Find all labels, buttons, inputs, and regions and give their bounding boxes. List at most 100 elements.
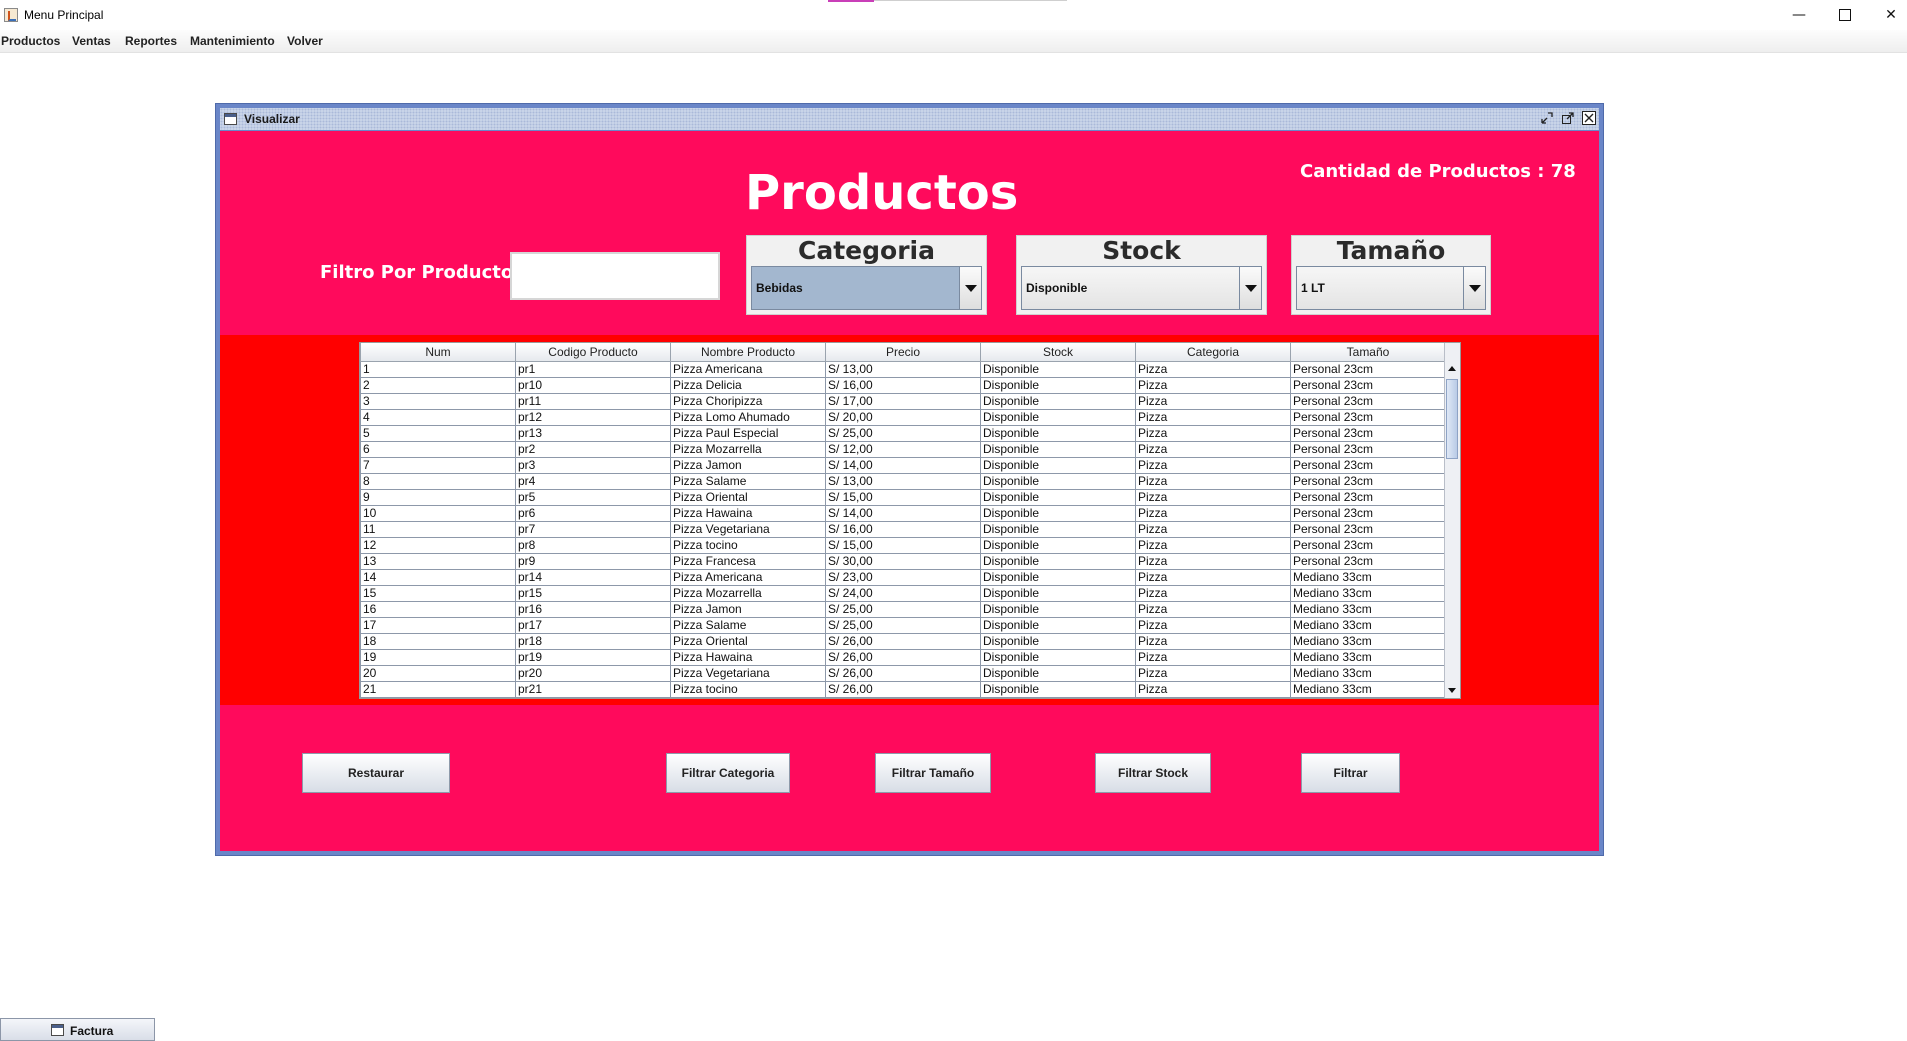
cell-precio[interactable]: S/ 26,00 (825, 681, 981, 698)
table-row[interactable]: 13 pr9 Pizza Francesa S/ 30,00 Disponible Piz… (360, 553, 1446, 570)
cell-stock[interactable]: Disponible (980, 361, 1136, 378)
menu-ventas[interactable]: Ventas (72, 34, 111, 48)
column-header-stock[interactable]: Stock (980, 343, 1136, 362)
scrollbar-thumb[interactable] (1446, 379, 1458, 459)
table-row[interactable]: 6 pr2 Pizza Mozarrella S/ 12,00 Disponible Pi… (360, 441, 1446, 458)
cell-num[interactable]: 10 (360, 505, 516, 522)
cell-num[interactable]: 19 (360, 649, 516, 666)
cell-nombre[interactable]: Pizza Americana (670, 361, 826, 378)
cell-tamano[interactable]: Personal 23cm (1290, 521, 1446, 538)
cell-tamano[interactable]: Personal 23cm (1290, 441, 1446, 458)
table-row[interactable]: 16 pr16 Pizza Jamon S/ 25,00 Disponible Pizza… (360, 601, 1446, 618)
cell-stock[interactable]: Disponible (980, 537, 1136, 554)
cell-codigo[interactable]: pr20 (515, 665, 671, 682)
minimized-frame-factura[interactable]: Factura (0, 1018, 155, 1041)
cell-nombre[interactable]: Pizza Jamon (670, 601, 826, 618)
column-header-codigo[interactable]: Codigo Producto (515, 343, 671, 362)
close-frame-button[interactable] (1582, 111, 1596, 125)
cell-codigo[interactable]: pr19 (515, 649, 671, 666)
table-row[interactable]: 20 pr20 Pizza Vegetariana S/ 26,00 Disponibl… (360, 665, 1446, 682)
cell-num[interactable]: 1 (360, 361, 516, 378)
scroll-down-icon[interactable] (1445, 683, 1460, 698)
product-filter-input[interactable] (510, 252, 720, 300)
cell-nombre[interactable]: Pizza Francesa (670, 553, 826, 570)
cell-stock[interactable]: Disponible (980, 377, 1136, 394)
restaurar-button[interactable]: Restaurar (302, 753, 450, 793)
cell-categoria[interactable]: Pizza (1135, 393, 1291, 410)
cell-num[interactable]: 20 (360, 665, 516, 682)
menu-volver[interactable]: Volver (287, 34, 323, 48)
cell-nombre[interactable]: Pizza Jamon (670, 457, 826, 474)
scroll-up-icon[interactable] (1445, 361, 1460, 376)
cell-categoria[interactable]: Pizza (1135, 457, 1291, 474)
cell-precio[interactable]: S/ 26,00 (825, 649, 981, 666)
cell-codigo[interactable]: pr15 (515, 585, 671, 602)
table-row[interactable]: 9 pr5 Pizza Oriental S/ 15,00 Disponible Pizz… (360, 489, 1446, 506)
cell-codigo[interactable]: pr7 (515, 521, 671, 538)
cell-stock[interactable]: Disponible (980, 585, 1136, 602)
table-row[interactable]: 12 pr8 Pizza tocino S/ 15,00 Disponible Pizza… (360, 537, 1446, 554)
cell-nombre[interactable]: Pizza Hawaina (670, 649, 826, 666)
cell-num[interactable]: 4 (360, 409, 516, 426)
cell-codigo[interactable]: pr21 (515, 681, 671, 698)
menu-mantenimiento[interactable]: Mantenimiento (190, 34, 275, 48)
cell-stock[interactable]: Disponible (980, 681, 1136, 698)
cell-codigo[interactable]: pr6 (515, 505, 671, 522)
cell-tamano[interactable]: Mediano 33cm (1290, 601, 1446, 618)
cell-precio[interactable]: S/ 14,00 (825, 457, 981, 474)
cell-tamano[interactable]: Personal 23cm (1290, 409, 1446, 426)
table-row[interactable]: 18 pr18 Pizza Oriental S/ 26,00 Disponible Pi… (360, 633, 1446, 650)
cell-stock[interactable]: Disponible (980, 569, 1136, 586)
table-row[interactable]: 17 pr17 Pizza Salame S/ 25,00 Disponible Pizz… (360, 617, 1446, 634)
cell-tamano[interactable]: Mediano 33cm (1290, 585, 1446, 602)
cell-nombre[interactable]: Pizza Oriental (670, 489, 826, 506)
cell-num[interactable]: 14 (360, 569, 516, 586)
cell-categoria[interactable]: Pizza (1135, 489, 1291, 506)
cell-categoria[interactable]: Pizza (1135, 537, 1291, 554)
cell-stock[interactable]: Disponible (980, 473, 1136, 490)
cell-stock[interactable]: Disponible (980, 489, 1136, 506)
cell-num[interactable]: 2 (360, 377, 516, 394)
internal-frame-title-bar[interactable]: Visualizar (220, 108, 1599, 130)
maximize-frame-button[interactable] (1561, 111, 1575, 125)
filtrar-button[interactable]: Filtrar (1301, 753, 1400, 793)
cell-categoria[interactable]: Pizza (1135, 649, 1291, 666)
column-header-nombre[interactable]: Nombre Producto (670, 343, 826, 362)
cell-nombre[interactable]: Pizza Paul Especial (670, 425, 826, 442)
cell-tamano[interactable]: Mediano 33cm (1290, 617, 1446, 634)
cell-precio[interactable]: S/ 14,00 (825, 505, 981, 522)
cell-precio[interactable]: S/ 20,00 (825, 409, 981, 426)
cell-categoria[interactable]: Pizza (1135, 553, 1291, 570)
cell-nombre[interactable]: Pizza Oriental (670, 633, 826, 650)
cell-categoria[interactable]: Pizza (1135, 521, 1291, 538)
cell-num[interactable]: 5 (360, 425, 516, 442)
cell-nombre[interactable]: Pizza Vegetariana (670, 665, 826, 682)
cell-stock[interactable]: Disponible (980, 617, 1136, 634)
table-row[interactable]: 11 pr7 Pizza Vegetariana S/ 16,00 Disponible… (360, 521, 1446, 538)
cell-num[interactable]: 16 (360, 601, 516, 618)
close-button[interactable]: ✕ (1868, 0, 1907, 30)
cell-stock[interactable]: Disponible (980, 553, 1136, 570)
cell-stock[interactable]: Disponible (980, 665, 1136, 682)
cell-tamano[interactable]: Personal 23cm (1290, 393, 1446, 410)
cell-codigo[interactable]: pr18 (515, 633, 671, 650)
dropdown-arrow-icon[interactable] (1239, 267, 1261, 309)
tamano-combo[interactable]: 1 LT (1296, 266, 1486, 310)
table-row[interactable]: 4 pr12 Pizza Lomo Ahumado S/ 20,00 Disponibl… (360, 409, 1446, 426)
cell-nombre[interactable]: Pizza Salame (670, 473, 826, 490)
cell-nombre[interactable]: Pizza Delicia (670, 377, 826, 394)
products-table[interactable]: Num Codigo Producto Nombre Producto Prec… (360, 343, 1446, 698)
cell-nombre[interactable]: Pizza Mozarrella (670, 585, 826, 602)
cell-categoria[interactable]: Pizza (1135, 601, 1291, 618)
cell-nombre[interactable]: Pizza Vegetariana (670, 521, 826, 538)
table-row[interactable]: 14 pr14 Pizza Americana S/ 23,00 Disponible P… (360, 569, 1446, 586)
cell-nombre[interactable]: Pizza tocino (670, 681, 826, 698)
cell-nombre[interactable]: Pizza tocino (670, 537, 826, 554)
cell-categoria[interactable]: Pizza (1135, 473, 1291, 490)
table-vertical-scrollbar[interactable] (1444, 343, 1460, 698)
cell-categoria[interactable]: Pizza (1135, 681, 1291, 698)
cell-precio[interactable]: S/ 13,00 (825, 473, 981, 490)
cell-precio[interactable]: S/ 25,00 (825, 601, 981, 618)
cell-codigo[interactable]: pr13 (515, 425, 671, 442)
cell-stock[interactable]: Disponible (980, 601, 1136, 618)
